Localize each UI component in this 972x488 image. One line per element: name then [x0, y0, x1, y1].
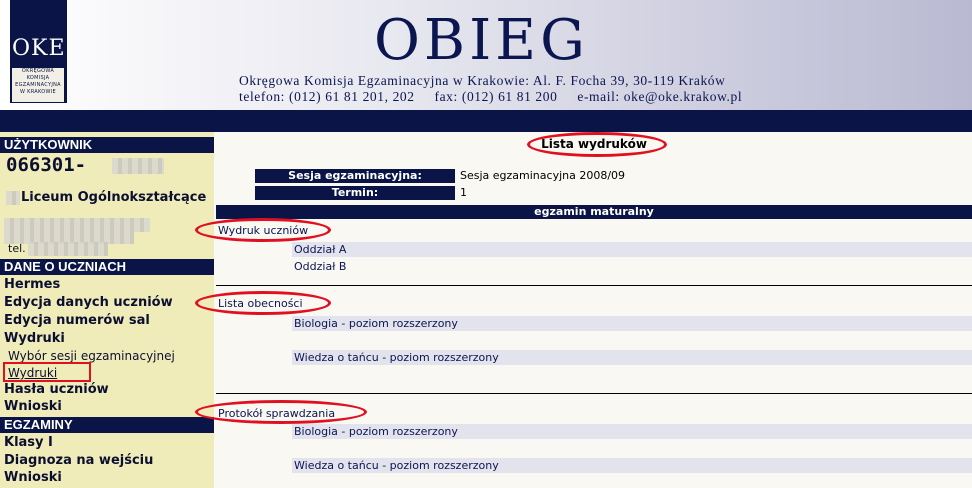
- logo-line: KOMISJA: [26, 75, 50, 81]
- redacted-school-prefix: [6, 191, 20, 205]
- main-content: Lista wydruków Sesja egzaminacyjna: Sesj…: [195, 132, 972, 488]
- logo-line: EGZAMINACYJNA: [15, 82, 61, 88]
- user-heading: UŻYTKOWNIK: [0, 137, 214, 153]
- list-item[interactable]: Wiedza o tańcu - poziom rozszerzony: [292, 458, 972, 473]
- logo-mark: OKE: [12, 36, 66, 61]
- exams-heading: EGZAMINY: [0, 417, 214, 433]
- logo-line: W KRAKOWIE: [19, 89, 57, 95]
- nav-exam-requests[interactable]: Wnioski: [4, 470, 62, 485]
- nav-requests[interactable]: Wnioski: [4, 399, 62, 414]
- highlight-box: [3, 362, 91, 382]
- phone-label: tel.: [8, 242, 26, 255]
- highlight-ellipse: [195, 218, 331, 242]
- logo-caption: OKRĘGOWA KOMISJA EGZAMINACYJNA W KRAKOWI…: [12, 68, 64, 102]
- list-item[interactable]: Wiedza o tańcu - poziom rozszerzony: [292, 350, 972, 365]
- highlight-ellipse: [527, 132, 667, 157]
- nav-entry-diagnosis[interactable]: Diagnoza na wejściu: [4, 453, 153, 468]
- list-item[interactable]: Biologia - poziom rozszerzony: [292, 316, 972, 331]
- students-heading: DANE O UCZNIACH: [0, 259, 214, 275]
- contact-line: telefon: (012) 61 81 201, 202 fax: (012)…: [239, 89, 743, 104]
- redacted-phone: [28, 242, 108, 256]
- term-label: Termin:: [255, 186, 455, 200]
- page-header: OKE OKRĘGOWA KOMISJA EGZAMINACYJNA W KRA…: [0, 0, 972, 110]
- exam-type-bar: egzamin maturalny: [216, 205, 972, 219]
- highlight-ellipse: [195, 291, 331, 315]
- divider: [216, 393, 972, 394]
- nav-printouts[interactable]: Wydruki: [4, 331, 65, 346]
- term-value: 1: [460, 186, 467, 199]
- user-code: 066301-: [6, 154, 87, 176]
- top-navbar: [0, 110, 972, 132]
- logo-line: OKRĘGOWA: [21, 68, 55, 74]
- session-label: Sesja egzaminacyjna:: [255, 169, 455, 183]
- app-title: OBIEG: [374, 8, 589, 73]
- nav-classes-1[interactable]: Klasy I: [4, 435, 53, 450]
- highlight-ellipse: [195, 400, 367, 424]
- nav-edit-students[interactable]: Edycja danych uczniów: [4, 295, 173, 310]
- nav-hermes[interactable]: Hermes: [4, 277, 60, 292]
- oke-logo: OKE OKRĘGOWA KOMISJA EGZAMINACYJNA W KRA…: [10, 0, 67, 103]
- session-value: Sesja egzaminacyjna 2008/09: [460, 169, 626, 182]
- redacted-user-code: [112, 158, 164, 174]
- address-line: Okręgowa Komisja Egzaminacyjna w Krakowi…: [239, 73, 726, 88]
- list-item[interactable]: Biologia - poziom rozszerzony: [292, 424, 972, 439]
- list-item: [292, 441, 972, 456]
- school-name: Liceum Ogólnokształcące: [21, 190, 207, 205]
- redacted-address: [4, 218, 150, 232]
- list-item[interactable]: Oddział B: [292, 259, 972, 274]
- nav-select-session[interactable]: Wybór sesji egzaminacyjnej: [8, 349, 175, 363]
- sidebar: UŻYTKOWNIK 066301- Liceum Ogólnokształcą…: [0, 132, 214, 488]
- nav-student-passwords[interactable]: Hasła uczniów: [4, 382, 109, 397]
- list-item[interactable]: Oddział A: [292, 242, 972, 257]
- nav-edit-room-numbers[interactable]: Edycja numerów sal: [4, 313, 150, 328]
- divider: [216, 285, 972, 286]
- list-item: [292, 333, 972, 348]
